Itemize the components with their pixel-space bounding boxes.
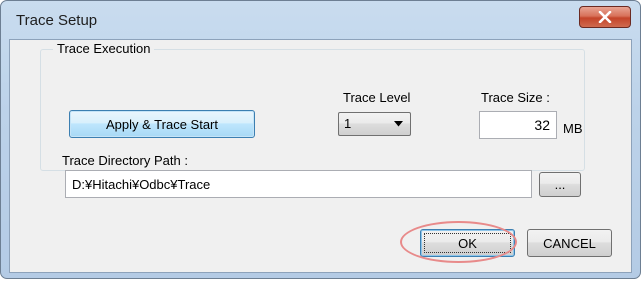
trace-level-select[interactable]: 1: [338, 112, 411, 136]
cancel-button[interactable]: CANCEL: [527, 229, 612, 257]
trace-size-unit: MB: [563, 121, 583, 136]
chevron-down-icon: [394, 121, 403, 127]
ok-button[interactable]: OK: [420, 229, 515, 257]
trace-directory-input[interactable]: [65, 170, 532, 198]
title-bar[interactable]: Trace Setup: [1, 1, 640, 39]
apply-trace-start-button[interactable]: Apply & Trace Start: [69, 110, 255, 138]
close-icon: [598, 11, 612, 23]
close-button[interactable]: [579, 6, 631, 28]
group-legend: Trace Execution: [53, 41, 155, 56]
ok-label: OK: [458, 235, 477, 251]
trace-level-value: 1: [344, 116, 352, 131]
trace-size-label: Trace Size :: [481, 90, 550, 105]
directory-label: Trace Directory Path :: [62, 153, 188, 168]
trace-size-input[interactable]: [479, 111, 557, 139]
window-title: Trace Setup: [16, 12, 98, 29]
browse-button[interactable]: ...: [539, 172, 581, 197]
trace-level-label: Trace Level: [343, 90, 411, 105]
